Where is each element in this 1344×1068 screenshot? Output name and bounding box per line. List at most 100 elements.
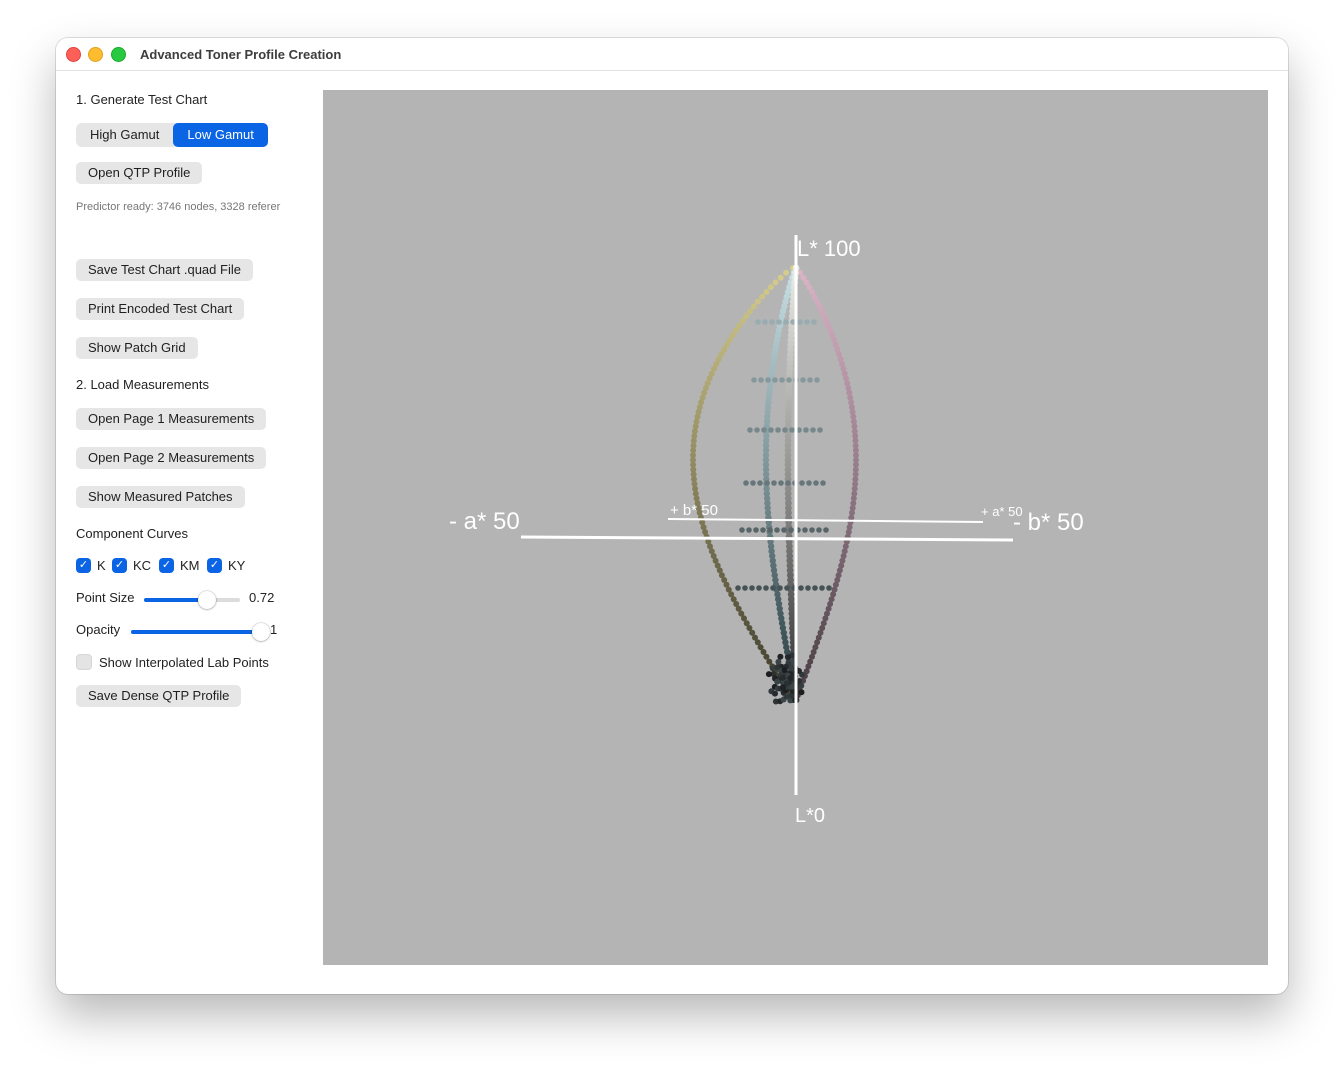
- minimize-window-button[interactable]: [88, 47, 103, 62]
- lab-gamut-plot: L* 100 L*0 - a* 50 - b* 50 + b* 50 + a* …: [449, 235, 1084, 827]
- lab-point: [750, 480, 756, 486]
- lab-point: [760, 527, 766, 533]
- lab-point: [814, 377, 820, 383]
- lab-point: [754, 298, 761, 305]
- open-page1-button[interactable]: Open Page 1 Measurements: [76, 408, 267, 430]
- opacity-thumb[interactable]: [252, 623, 270, 641]
- show-measured-patches-button[interactable]: Show Measured Patches: [76, 486, 245, 508]
- zoom-window-button[interactable]: [111, 47, 126, 62]
- lab-point: [784, 585, 790, 591]
- lab-point: [747, 427, 753, 433]
- lab-point: [785, 654, 792, 661]
- lab-point: [781, 667, 788, 674]
- lab-point: [800, 377, 806, 383]
- lab-3d-viewport[interactable]: L* 100 L*0 - a* 50 - b* 50 + b* 50 + a* …: [323, 90, 1268, 965]
- lab-point: [749, 585, 755, 591]
- low-gamut-option[interactable]: Low Gamut: [173, 123, 268, 147]
- lab-point: [761, 427, 767, 433]
- curve-km-label: KM: [180, 558, 200, 573]
- lab-point: [798, 585, 804, 591]
- lab-point: [756, 585, 762, 591]
- b-neg-axis-label: - b* 50: [1013, 509, 1084, 536]
- lab-point: [783, 693, 790, 700]
- window-title: Advanced Toner Profile Creation: [140, 47, 342, 62]
- lab-point: [753, 527, 759, 533]
- lab-point: [797, 683, 804, 690]
- lab-point: [767, 284, 774, 291]
- lab-point: [746, 527, 752, 533]
- curve-k-checkbox[interactable]: ✓ K: [76, 558, 106, 573]
- b-axis-line: [520, 535, 1014, 542]
- lab-point: [743, 480, 749, 486]
- lab-point: [739, 527, 745, 533]
- gamut-segmented-control: High Gamut Low Gamut: [76, 123, 268, 147]
- open-qtp-profile-button[interactable]: Open QTP Profile: [76, 162, 203, 184]
- print-test-chart-button[interactable]: Print Encoded Test Chart: [76, 298, 245, 320]
- lab-point: [820, 480, 826, 486]
- section-load-title: 2. Load Measurements: [76, 377, 209, 392]
- lab-point: [780, 684, 787, 691]
- a-axis-line: [667, 518, 984, 523]
- high-gamut-option[interactable]: High Gamut: [76, 123, 173, 147]
- lab-points-cloud: [690, 264, 859, 705]
- lab-point: [751, 377, 757, 383]
- open-page2-button[interactable]: Open Page 2 Measurements: [76, 447, 267, 469]
- lab-point: [758, 377, 764, 383]
- lab-point: [774, 664, 781, 671]
- show-interpolated-checkbox[interactable]: Show Interpolated Lab Points: [76, 654, 269, 670]
- lab-point: [788, 527, 794, 533]
- lab-point: [810, 427, 816, 433]
- lab-point: [765, 671, 772, 678]
- lab-point: [805, 585, 811, 591]
- lab-point: [797, 319, 803, 325]
- save-test-chart-button[interactable]: Save Test Chart .quad File: [76, 259, 253, 281]
- lab-point: [816, 527, 822, 533]
- lab-point: [775, 658, 782, 665]
- lab-point: [783, 269, 790, 276]
- lab-point: [787, 675, 794, 681]
- lab-point: [778, 480, 784, 486]
- show-patch-grid-button[interactable]: Show Patch Grid: [76, 337, 198, 359]
- lab-point: [777, 274, 784, 281]
- l-axis-bottom-label: L*0: [795, 805, 825, 827]
- lab-point: [781, 527, 787, 533]
- checkmark-icon: ✓: [112, 558, 127, 573]
- lab-point: [799, 480, 805, 486]
- lab-point: [768, 427, 774, 433]
- lab-point: [777, 585, 783, 591]
- b-pos-axis-label: + b* 50: [670, 502, 718, 519]
- lab-point: [807, 377, 813, 383]
- point-size-label: Point Size: [76, 590, 135, 605]
- lab-point: [762, 319, 768, 325]
- lab-point: [786, 377, 792, 383]
- curve-kc-checkbox[interactable]: ✓ KC: [112, 558, 151, 573]
- lab-point: [777, 653, 784, 660]
- lab-point: [779, 377, 785, 383]
- point-size-slider[interactable]: [144, 591, 240, 609]
- lab-point: [742, 585, 748, 591]
- lab-point: [782, 427, 788, 433]
- title-bar: Advanced Toner Profile Creation: [56, 38, 1288, 71]
- lab-point: [775, 427, 781, 433]
- checkmark-icon: ✓: [76, 558, 91, 573]
- lab-point: [785, 480, 791, 486]
- save-dense-qtp-button[interactable]: Save Dense QTP Profile: [76, 685, 242, 707]
- point-size-thumb[interactable]: [198, 591, 217, 609]
- curve-km-checkbox[interactable]: ✓ KM: [159, 558, 200, 573]
- close-window-button[interactable]: [66, 47, 81, 62]
- lab-point: [802, 527, 808, 533]
- lab-point: [763, 289, 770, 295]
- opacity-slider[interactable]: [131, 623, 270, 641]
- curve-ky-label: KY: [228, 558, 246, 573]
- lab-point: [764, 480, 770, 486]
- lab-point: [789, 427, 795, 433]
- lab-point: [783, 319, 789, 325]
- lab-point: [813, 480, 819, 486]
- curve-k-label: K: [97, 558, 106, 573]
- lab-point: [817, 427, 823, 433]
- lab-point: [735, 585, 741, 591]
- lab-point: [767, 527, 773, 533]
- section-generate-title: 1. Generate Test Chart: [76, 92, 208, 107]
- lab-point: [774, 678, 781, 685]
- curve-ky-checkbox[interactable]: ✓ KY: [207, 558, 245, 573]
